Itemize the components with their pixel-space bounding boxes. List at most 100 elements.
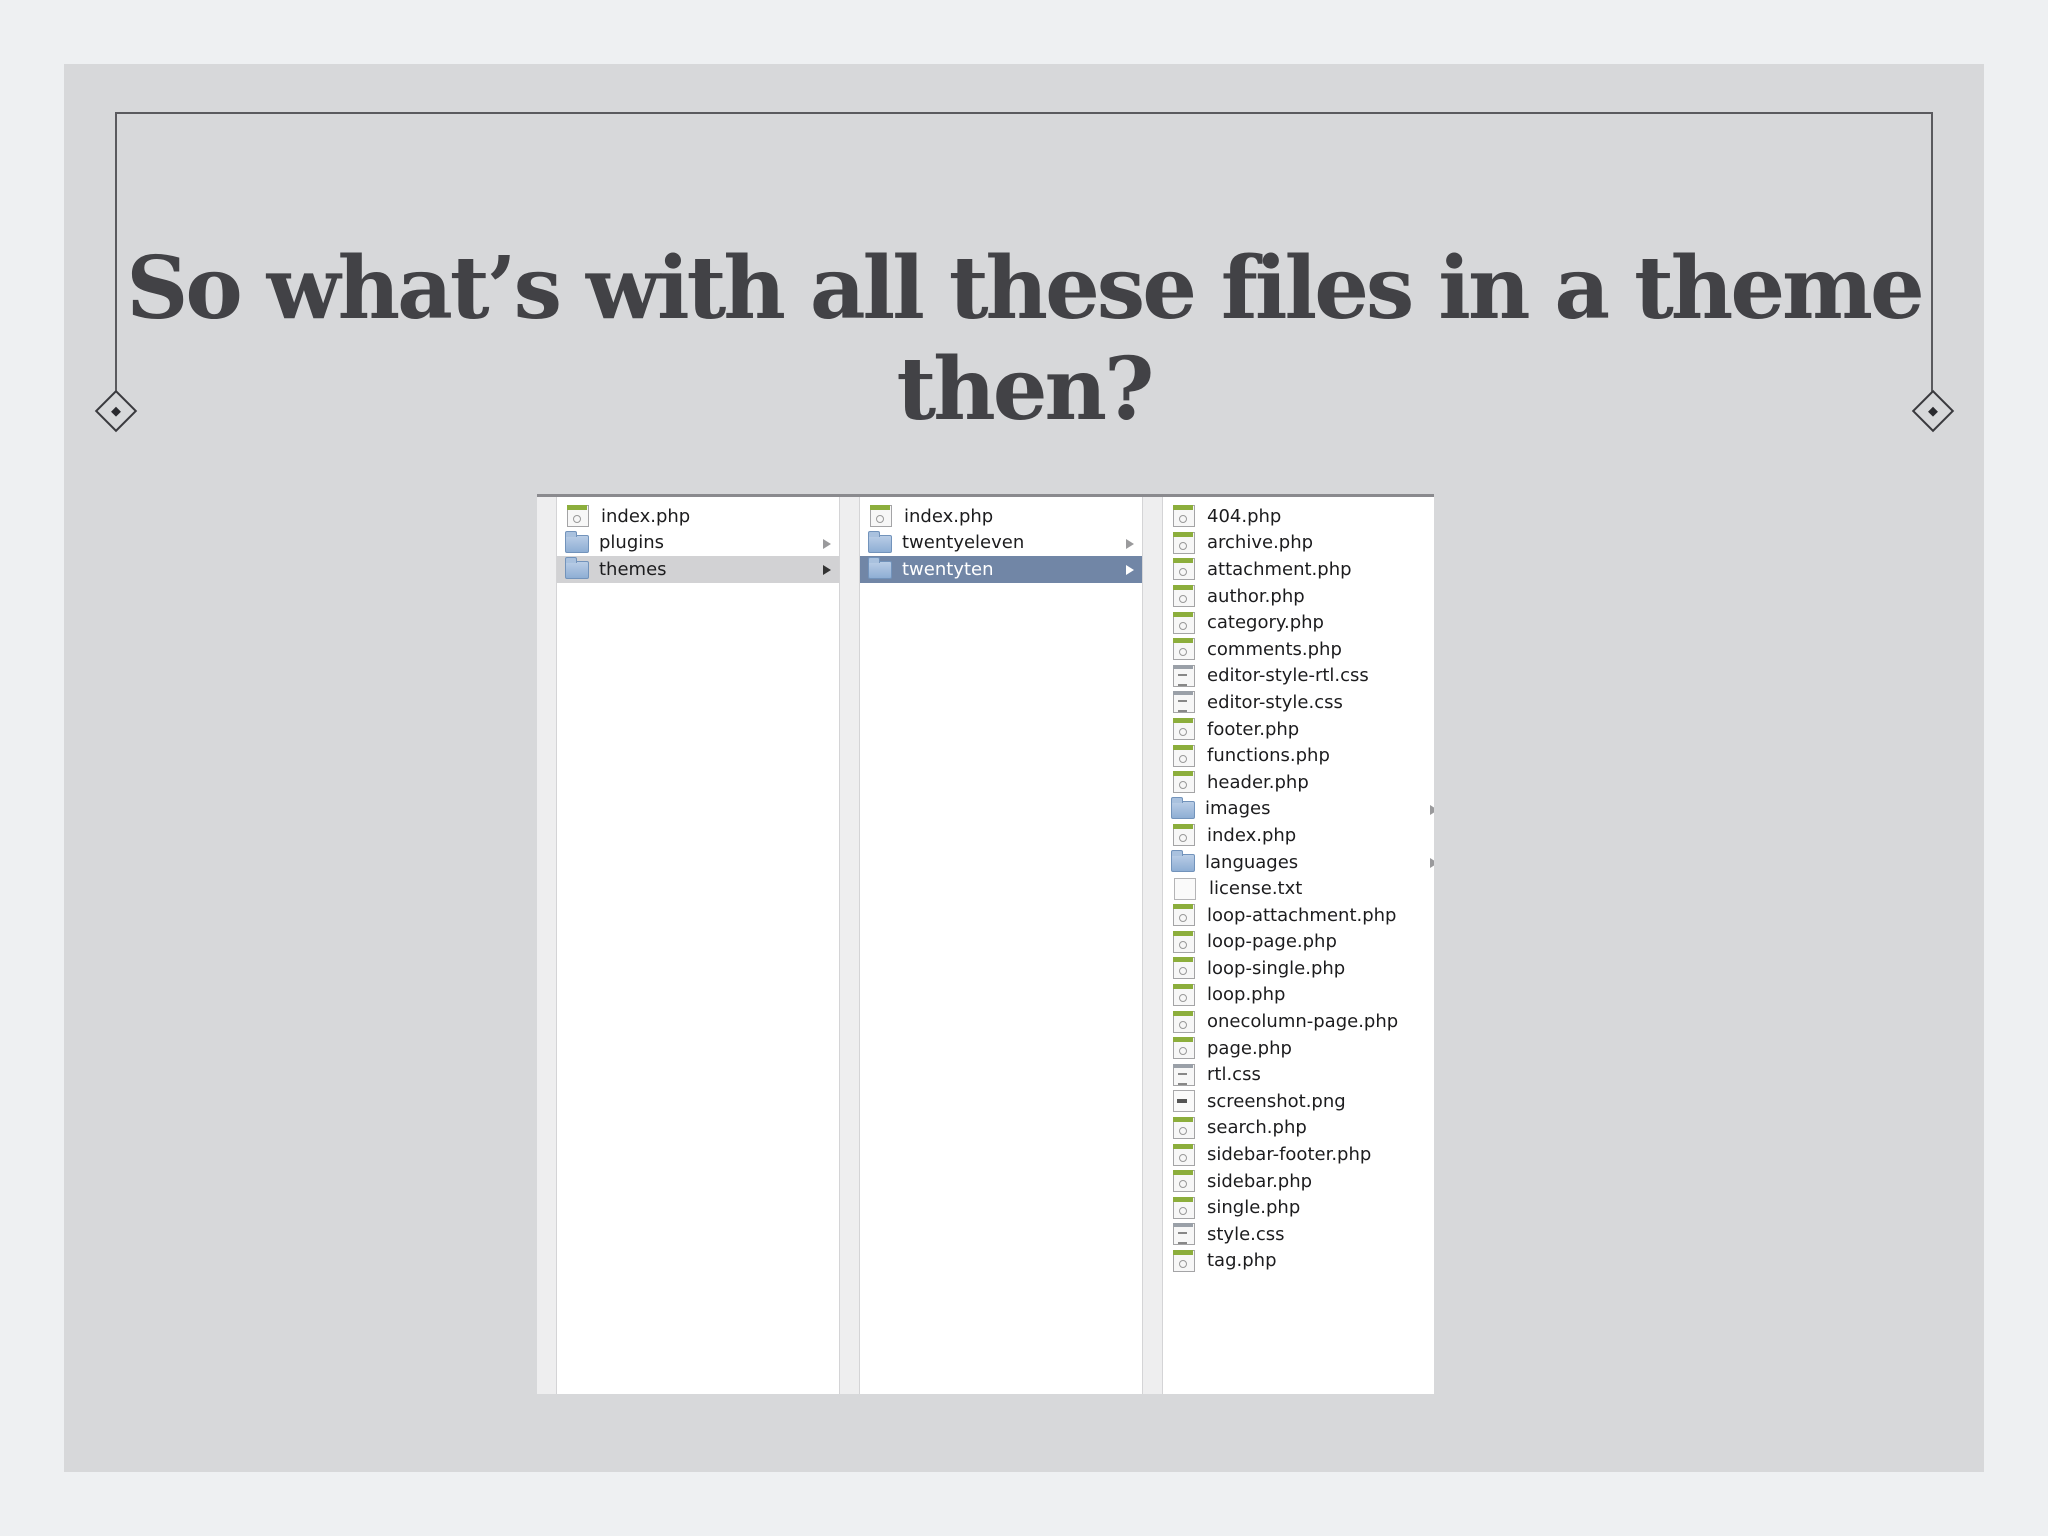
- finder-item-editor-style-rtl-css[interactable]: editor-style-rtl.css: [1163, 663, 1434, 690]
- php-file-icon: [1173, 531, 1195, 554]
- finder-item-label: header.php: [1207, 771, 1309, 793]
- finder-item-sidebar-php[interactable]: sidebar.php: [1163, 1168, 1434, 1195]
- finder-item-sidebar-footer-php[interactable]: sidebar-footer.php: [1163, 1141, 1434, 1168]
- finder-item-label: single.php: [1207, 1197, 1301, 1219]
- php-file-icon: [1173, 930, 1195, 953]
- finder-item-loop-page-php[interactable]: loop-page.php: [1163, 929, 1434, 956]
- disclosure-arrow-icon: [1126, 565, 1134, 576]
- finder-item-404-php[interactable]: 404.php: [1163, 503, 1434, 530]
- php-file-icon: [1173, 558, 1195, 581]
- finder-item-index-php[interactable]: index.php: [860, 503, 1142, 530]
- finder-item-label: loop-page.php: [1207, 931, 1337, 953]
- finder-item-license-txt[interactable]: license.txt: [1163, 875, 1434, 902]
- finder-item-label: category.php: [1207, 612, 1324, 634]
- finder-item-label: loop-attachment.php: [1207, 904, 1397, 926]
- finder-item-label: twentyten: [902, 558, 994, 580]
- column-resize-handle[interactable]: [839, 497, 860, 1394]
- finder-item-screenshot-png[interactable]: screenshot.png: [1163, 1088, 1434, 1115]
- finder-item-label: plugins: [599, 532, 665, 554]
- finder-item-label: languages: [1205, 851, 1299, 873]
- finder-item-rtl-css[interactable]: rtl.css: [1163, 1061, 1434, 1088]
- finder-item-label: editor-style-rtl.css: [1207, 665, 1369, 687]
- finder-item-label: search.php: [1207, 1117, 1307, 1139]
- php-file-icon: [1173, 744, 1195, 767]
- frame-top-line: [116, 112, 1932, 114]
- finder-item-page-php[interactable]: page.php: [1163, 1035, 1434, 1062]
- finder-item-label: onecolumn-page.php: [1207, 1011, 1399, 1033]
- finder-item-twentyeleven[interactable]: twentyeleven: [860, 530, 1142, 557]
- finder-item-tag-php[interactable]: tag.php: [1163, 1248, 1434, 1275]
- finder-item-comments-php[interactable]: comments.php: [1163, 636, 1434, 663]
- finder-column-view: index.php plugins themes index.php twentyel…: [537, 494, 1434, 1394]
- finder-item-label: sidebar.php: [1207, 1170, 1313, 1192]
- finder-item-label: index.php: [904, 505, 994, 527]
- finder-column-2[interactable]: index.php twentyeleven twentyten: [860, 497, 1142, 1394]
- finder-item-label: twentyeleven: [902, 532, 1025, 554]
- finder-item-languages[interactable]: languages: [1163, 849, 1434, 876]
- finder-item-label: loop.php: [1207, 984, 1286, 1006]
- finder-item-loop-php[interactable]: loop.php: [1163, 982, 1434, 1009]
- folder-icon: [1171, 850, 1195, 873]
- finder-item-index-php[interactable]: index.php: [1163, 822, 1434, 849]
- finder-item-footer-php[interactable]: footer.php: [1163, 716, 1434, 743]
- finder-item-search-php[interactable]: search.php: [1163, 1115, 1434, 1142]
- finder-item-archive-php[interactable]: archive.php: [1163, 530, 1434, 557]
- finder-item-functions-php[interactable]: functions.php: [1163, 742, 1434, 769]
- css-file-icon: [1173, 1223, 1195, 1246]
- disclosure-arrow-icon: [823, 538, 831, 549]
- finder-item-editor-style-css[interactable]: editor-style.css: [1163, 689, 1434, 716]
- finder-item-index-php[interactable]: index.php: [557, 503, 839, 530]
- finder-item-label: functions.php: [1207, 745, 1330, 767]
- finder-item-single-php[interactable]: single.php: [1163, 1194, 1434, 1221]
- folder-icon: [868, 530, 892, 553]
- finder-item-onecolumn-page-php[interactable]: onecolumn-page.php: [1163, 1008, 1434, 1035]
- disclosure-arrow-icon: [1126, 538, 1134, 549]
- php-file-icon: [1173, 1116, 1195, 1139]
- finder-column-3[interactable]: 404.php archive.php attachment.php author.p…: [1163, 497, 1434, 1394]
- php-file-icon: [1173, 585, 1195, 608]
- php-file-icon: [1173, 1196, 1195, 1219]
- php-file-icon: [1173, 957, 1195, 980]
- finder-item-images[interactable]: images: [1163, 796, 1434, 823]
- finder-item-label: 404.php: [1207, 505, 1282, 527]
- php-file-icon: [1173, 505, 1195, 528]
- finder-item-themes[interactable]: themes: [557, 556, 839, 583]
- php-file-icon: [1173, 638, 1195, 661]
- finder-item-label: comments.php: [1207, 638, 1342, 660]
- css-file-icon: [1173, 664, 1195, 687]
- php-file-icon: [1173, 1010, 1195, 1033]
- finder-item-loop-attachment-php[interactable]: loop-attachment.php: [1163, 902, 1434, 929]
- php-file-icon: [1173, 771, 1195, 794]
- finder-item-attachment-php[interactable]: attachment.php: [1163, 556, 1434, 583]
- finder-item-label: screenshot.png: [1207, 1090, 1346, 1112]
- finder-item-label: rtl.css: [1207, 1064, 1261, 1086]
- php-file-icon: [1173, 904, 1195, 927]
- php-file-icon: [1173, 1037, 1195, 1060]
- column-resize-handle[interactable]: [1142, 497, 1163, 1394]
- folder-icon: [1171, 796, 1195, 819]
- css-file-icon: [1173, 691, 1195, 714]
- php-file-icon: [1173, 983, 1195, 1006]
- finder-item-author-php[interactable]: author.php: [1163, 583, 1434, 610]
- finder-item-plugins[interactable]: plugins: [557, 530, 839, 557]
- finder-item-style-css[interactable]: style.css: [1163, 1221, 1434, 1248]
- finder-item-twentyten[interactable]: twentyten: [860, 556, 1142, 583]
- finder-item-label: sidebar-footer.php: [1207, 1144, 1372, 1166]
- finder-item-header-php[interactable]: header.php: [1163, 769, 1434, 796]
- php-file-icon: [870, 505, 892, 528]
- finder-item-label: style.css: [1207, 1223, 1285, 1245]
- finder-item-label: attachment.php: [1207, 558, 1352, 580]
- slide-title: So what’s with all these files in a them…: [126, 238, 1925, 440]
- image-file-icon: [1173, 1090, 1195, 1113]
- finder-item-category-php[interactable]: category.php: [1163, 609, 1434, 636]
- php-file-icon: [1173, 1249, 1195, 1272]
- finder-item-label: editor-style.css: [1207, 691, 1343, 713]
- php-file-icon: [1173, 1143, 1195, 1166]
- finder-column-1[interactable]: index.php plugins themes: [557, 497, 839, 1394]
- finder-item-label: author.php: [1207, 585, 1305, 607]
- folder-icon: [565, 530, 589, 553]
- php-file-icon: [1173, 718, 1195, 741]
- finder-item-loop-single-php[interactable]: loop-single.php: [1163, 955, 1434, 982]
- php-file-icon: [1173, 611, 1195, 634]
- finder-item-label: index.php: [1207, 824, 1297, 846]
